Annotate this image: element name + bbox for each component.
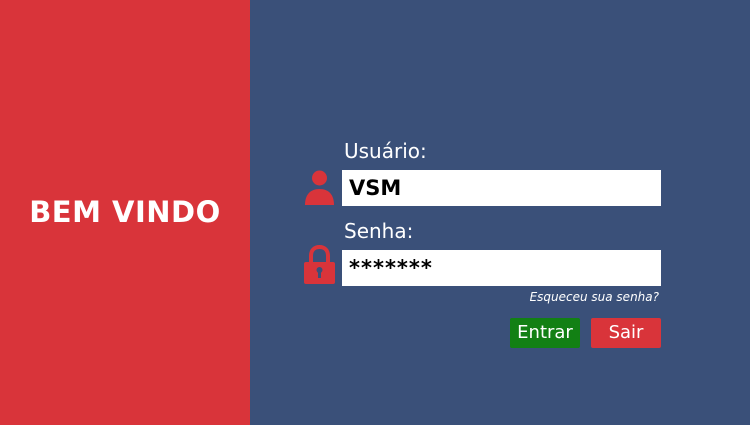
enter-button[interactable]: Entrar <box>510 318 580 348</box>
login-window: BEM VINDO Usuário: Senha: Esqueceu sua s… <box>0 0 750 425</box>
welcome-title: BEM VINDO <box>29 195 221 229</box>
password-label: Senha: <box>344 219 414 243</box>
login-panel <box>250 0 750 425</box>
username-label: Usuário: <box>344 139 427 163</box>
user-icon <box>305 170 334 205</box>
welcome-panel: BEM VINDO <box>0 0 250 425</box>
exit-button[interactable]: Sair <box>591 318 661 348</box>
lock-icon <box>304 244 335 284</box>
password-input[interactable] <box>342 250 661 286</box>
username-input[interactable] <box>342 170 661 206</box>
forgot-password-link[interactable]: Esqueceu sua senha? <box>530 290 659 304</box>
